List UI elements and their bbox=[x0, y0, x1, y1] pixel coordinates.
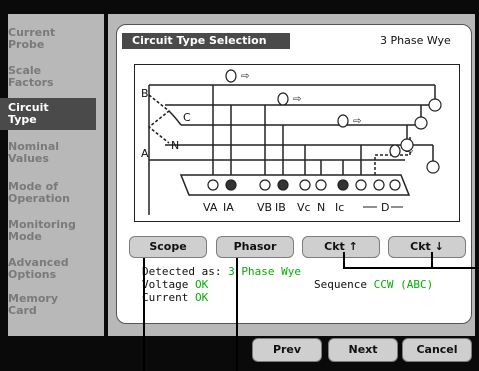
detected-label: Detected as: bbox=[142, 265, 222, 278]
callout-line-phasor bbox=[236, 258, 238, 371]
terminal-label-d: D bbox=[381, 201, 389, 214]
arrow-icon: ⇨ bbox=[293, 94, 301, 105]
terminal-label-ic: Ic bbox=[335, 201, 344, 214]
sidebar-item-monitoring-mode[interactable]: Monitoring Mode bbox=[0, 216, 96, 254]
terminal-label-va: VA bbox=[203, 201, 218, 214]
terminal-label-n: N bbox=[317, 201, 325, 214]
page-title: Circuit Type Selection bbox=[122, 33, 290, 49]
detected-row: Detected as: 3 Phase Wye bbox=[142, 265, 301, 278]
sidebar-item-label: Scale Factors bbox=[8, 64, 54, 89]
sequence-row: Sequence CCW (ABC) bbox=[314, 278, 433, 291]
sidebar-item-mode-of-operation[interactable]: Mode of Operation bbox=[0, 178, 96, 216]
terminal-label-ib: IB bbox=[275, 201, 286, 214]
sidebar-item-advanced-options[interactable]: Advanced Options bbox=[0, 254, 96, 292]
circuit-config-label: 3 Phase Wye bbox=[380, 34, 451, 47]
sidebar-item-memory-card[interactable]: Memory Card bbox=[0, 290, 96, 328]
terminal-label-vb: VB bbox=[257, 201, 272, 214]
sidebar-item-circuit-type[interactable]: Circuit Type bbox=[0, 98, 96, 130]
ckt-down-button[interactable]: Ckt ↓ bbox=[388, 236, 466, 258]
sequence-value: CCW (ABC) bbox=[373, 278, 434, 291]
voltage-value: OK bbox=[194, 278, 209, 291]
sidebar-item-label: Nominal Values bbox=[8, 140, 60, 165]
line-label-b: B bbox=[141, 87, 149, 100]
cancel-button[interactable]: Cancel bbox=[402, 338, 472, 362]
sidebar-item-nominal-values[interactable]: Nominal Values bbox=[0, 138, 96, 176]
line-label-a: A bbox=[141, 147, 149, 160]
terminal-label-ia: IA bbox=[223, 201, 234, 214]
sidebar-item-label: Circuit Type bbox=[8, 101, 49, 126]
sidebar-item-label: Monitoring Mode bbox=[8, 218, 76, 243]
arrow-icon: ⇨ bbox=[241, 71, 249, 82]
wiring-diagram: ⇨ ⇨ ⇨ ⇨ B C N A VA IA VB IB Vc N Ic D bbox=[134, 64, 460, 222]
sidebar-item-label: Memory Card bbox=[8, 292, 59, 317]
scope-button[interactable]: Scope bbox=[129, 236, 207, 258]
wiring-diagram-svg: ⇨ ⇨ ⇨ ⇨ B C N A VA IA VB IB Vc N Ic D bbox=[141, 69, 442, 215]
voltage-row: Voltage OK bbox=[142, 278, 208, 291]
line-label-n: N bbox=[171, 139, 179, 152]
sequence-label: Sequence bbox=[314, 278, 367, 291]
sidebar-item-label: Mode of Operation bbox=[8, 180, 70, 205]
sidebar-item-label: Advanced Options bbox=[8, 256, 69, 281]
ckt-up-button[interactable]: Ckt ↑ bbox=[302, 236, 380, 258]
next-button[interactable]: Next bbox=[328, 338, 398, 362]
current-value: OK bbox=[194, 291, 209, 304]
sidebar-item-scale-factors[interactable]: Scale Factors bbox=[0, 62, 96, 100]
detected-value: 3 Phase Wye bbox=[228, 265, 301, 278]
callout-line-scope bbox=[143, 258, 145, 371]
current-row: Current OK bbox=[142, 291, 208, 304]
prev-button[interactable]: Prev bbox=[252, 338, 322, 362]
phasor-button[interactable]: Phasor bbox=[216, 236, 294, 258]
line-label-c: C bbox=[183, 111, 191, 124]
voltage-label: Voltage bbox=[142, 278, 189, 291]
sidebar-item-current-probe[interactable]: Current Probe bbox=[0, 24, 96, 62]
callout-line-ckt bbox=[343, 267, 479, 269]
sidebar-item-label: Current Probe bbox=[8, 26, 56, 51]
terminal-label-vc: Vc bbox=[297, 201, 311, 214]
detection-status: Detected as: 3 Phase Wye Voltage OK Curr… bbox=[140, 265, 470, 321]
current-label: Current bbox=[142, 291, 189, 304]
arrow-icon: ⇨ bbox=[353, 116, 361, 127]
